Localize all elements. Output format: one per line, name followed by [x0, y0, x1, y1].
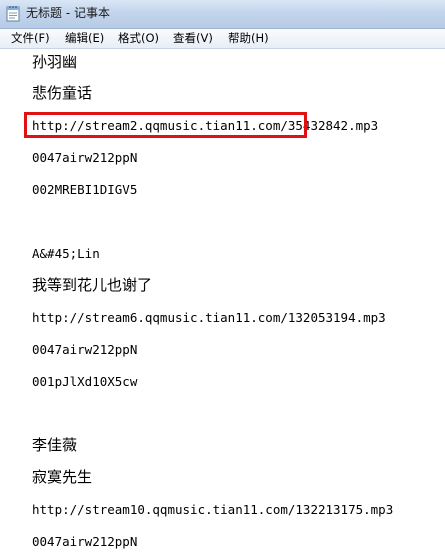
text-line-song: 悲伤童话: [32, 84, 93, 102]
text-line-song: 寂寞先生: [32, 468, 93, 486]
text-line-code: 0047airw212ppN: [32, 342, 138, 357]
menu-bar: 文件(F) 编辑(E) 格式(O) 查看(V) 帮助(H): [0, 29, 445, 49]
menu-view[interactable]: 查看(V): [172, 30, 214, 47]
menu-format[interactable]: 格式(O): [117, 30, 160, 47]
title-bar[interactable]: 无标题 - 记事本: [0, 0, 445, 29]
text-line-code: 001pJlXd10X5cw: [32, 374, 138, 389]
text-line-url: http://stream6.qqmusic.tian11.com/132053…: [32, 310, 386, 325]
text-line-artist: 李佳薇: [32, 436, 78, 454]
text-line-code: 0047airw212ppN: [32, 534, 138, 549]
menu-file[interactable]: 文件(F): [10, 30, 51, 47]
text-line-artist: A&#45;Lin: [32, 246, 100, 261]
window-title: 无标题 - 记事本: [26, 6, 110, 20]
notepad-icon: [6, 6, 20, 22]
text-line-code: 002MREBI1DIGV5: [32, 182, 138, 197]
text-line-url: http://stream10.qqmusic.tian11.com/13221…: [32, 502, 394, 517]
text-line-artist: 孙羽幽: [32, 53, 78, 71]
notepad-window: 无标题 - 记事本 文件(F) 编辑(E) 格式(O) 查看(V) 帮助(H) …: [0, 0, 445, 554]
menu-edit[interactable]: 编辑(E): [64, 30, 105, 47]
text-line-url: http://stream2.qqmusic.tian11.com/354328…: [32, 118, 379, 133]
text-editor-area[interactable]: 孙羽幽 悲伤童话 http://stream2.qqmusic.tian11.c…: [0, 49, 445, 554]
text-line-code: 0047airw212ppN: [32, 150, 138, 165]
text-line-song: 我等到花儿也谢了: [32, 276, 153, 294]
menu-help[interactable]: 帮助(H): [227, 30, 270, 47]
